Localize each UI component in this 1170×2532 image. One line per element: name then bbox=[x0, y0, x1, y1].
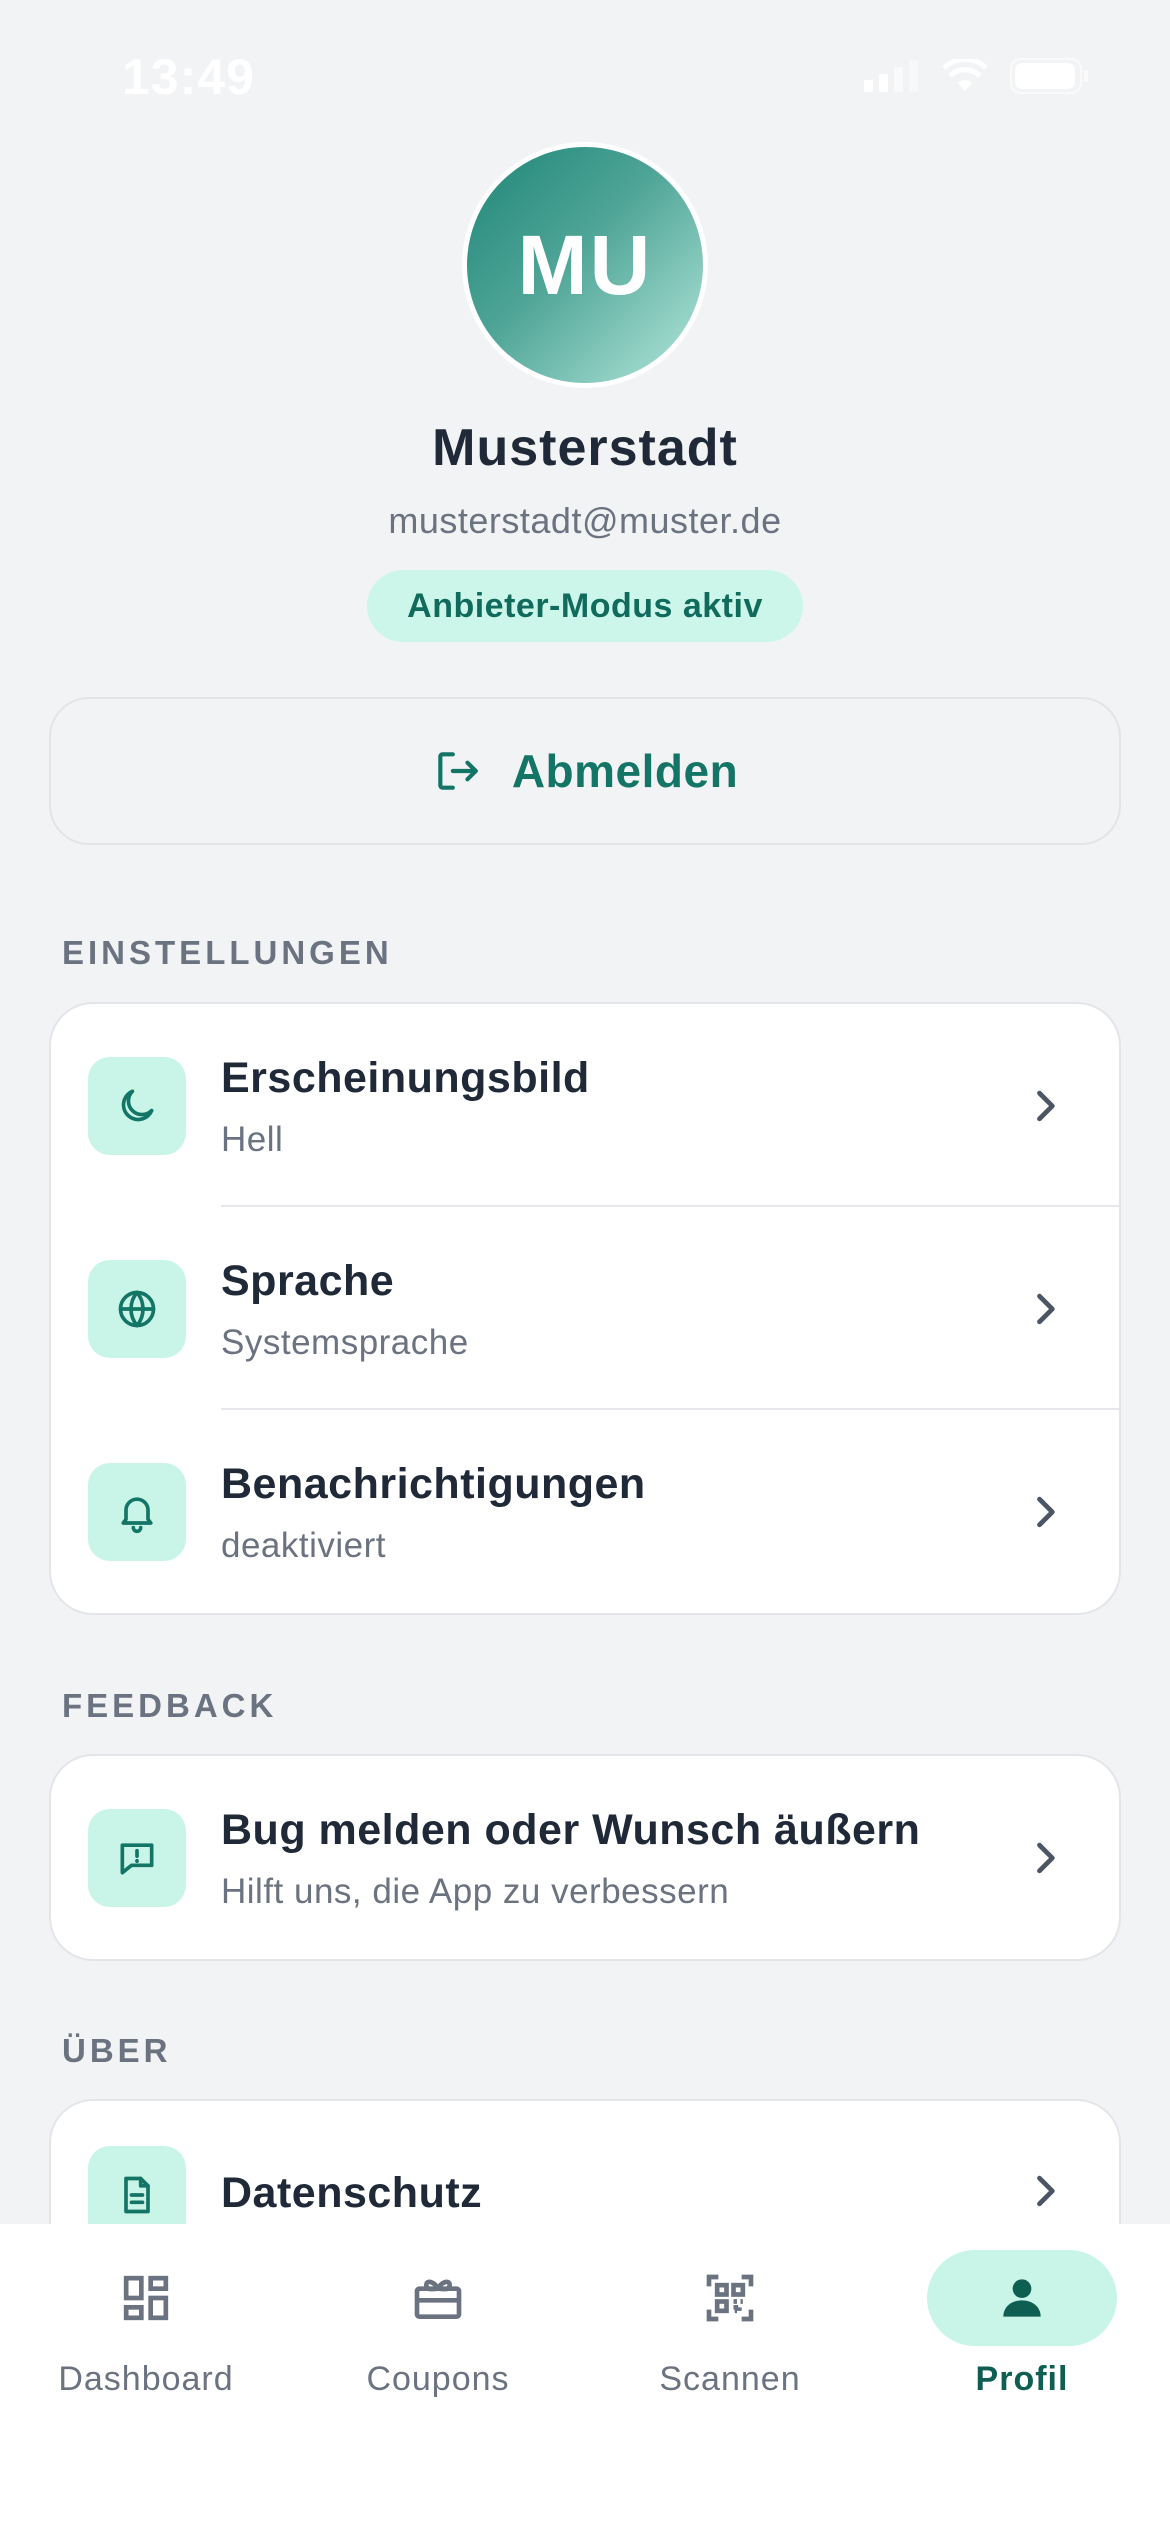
avatar-initials: MU bbox=[517, 217, 653, 312]
section-title-about: ÜBER bbox=[62, 2032, 172, 2069]
moon-icon bbox=[88, 1057, 186, 1155]
bell-icon bbox=[88, 1463, 186, 1561]
chevron-right-icon bbox=[1037, 1090, 1055, 1122]
provider-mode-badge: Anbieter-Modus aktiv bbox=[367, 570, 803, 642]
settings-item-value: deaktiviert bbox=[221, 1526, 387, 1565]
settings-item-language[interactable]: Sprache Systemsprache bbox=[51, 1207, 1119, 1410]
chevron-right-icon bbox=[1037, 1842, 1055, 1874]
message-alert-icon bbox=[88, 1809, 186, 1907]
tab-coupons[interactable]: Coupons bbox=[292, 2224, 584, 2424]
logout-label: Abmelden bbox=[511, 745, 739, 797]
feedback-item-title: Bug melden oder Wunsch äußern bbox=[221, 1806, 921, 1854]
profile-name: Musterstadt bbox=[432, 419, 738, 477]
logout-button[interactable]: Abmelden bbox=[49, 697, 1121, 845]
feedback-item-subtitle: Hilft uns, die App zu verbessern bbox=[221, 1872, 730, 1911]
dashboard-icon bbox=[51, 2250, 241, 2346]
tab-label: Dashboard bbox=[58, 2360, 234, 2398]
status-bar: 13:49 bbox=[0, 0, 1170, 150]
tab-profile[interactable]: Profil bbox=[876, 2224, 1168, 2424]
tab-label: Scannen bbox=[659, 2360, 801, 2398]
bottom-tab-bar: Dashboard Coupons Scannen Profil bbox=[0, 2224, 1170, 2532]
chevron-right-icon bbox=[1037, 1496, 1055, 1528]
avatar: MU bbox=[462, 142, 708, 388]
settings-card: Erscheinungsbild Hell Sprache Systemspra… bbox=[49, 1002, 1121, 1615]
gift-icon bbox=[343, 2250, 533, 2346]
section-title-settings: EINSTELLUNGEN bbox=[62, 934, 393, 971]
settings-item-title: Sprache bbox=[221, 1257, 395, 1305]
tab-scan[interactable]: Scannen bbox=[584, 2224, 876, 2424]
logout-icon bbox=[438, 752, 478, 790]
status-time: 13:49 bbox=[122, 49, 255, 105]
signal-icon bbox=[864, 60, 918, 92]
wifi-icon bbox=[942, 59, 988, 91]
settings-item-notifications[interactable]: Benachrichtigungen deaktiviert bbox=[51, 1410, 1119, 1613]
feedback-card: Bug melden oder Wunsch äußern Hilft uns,… bbox=[49, 1754, 1121, 1961]
section-title-feedback: FEEDBACK bbox=[62, 1687, 278, 1724]
settings-item-title: Erscheinungsbild bbox=[221, 1054, 590, 1102]
globe-icon bbox=[88, 1260, 186, 1358]
battery-icon bbox=[1010, 58, 1088, 94]
qr-code-icon bbox=[635, 2250, 825, 2346]
tab-label: Profil bbox=[975, 2360, 1069, 2398]
settings-item-value: Systemsprache bbox=[221, 1323, 469, 1362]
feedback-item-report-bug[interactable]: Bug melden oder Wunsch äußern Hilft uns,… bbox=[51, 1756, 1119, 1959]
status-icons bbox=[864, 58, 1090, 94]
tab-label: Coupons bbox=[366, 2360, 510, 2398]
profile-email: musterstadt@muster.de bbox=[388, 500, 782, 541]
person-icon bbox=[927, 2250, 1117, 2346]
settings-item-appearance[interactable]: Erscheinungsbild Hell bbox=[51, 1004, 1119, 1207]
chevron-right-icon bbox=[1037, 1293, 1055, 1325]
settings-item-title: Benachrichtigungen bbox=[221, 1460, 646, 1508]
tab-dashboard[interactable]: Dashboard bbox=[0, 2224, 292, 2424]
about-item-title: Datenschutz bbox=[221, 2169, 483, 2217]
settings-item-value: Hell bbox=[221, 1120, 284, 1159]
chevron-right-icon bbox=[1037, 2175, 1055, 2207]
